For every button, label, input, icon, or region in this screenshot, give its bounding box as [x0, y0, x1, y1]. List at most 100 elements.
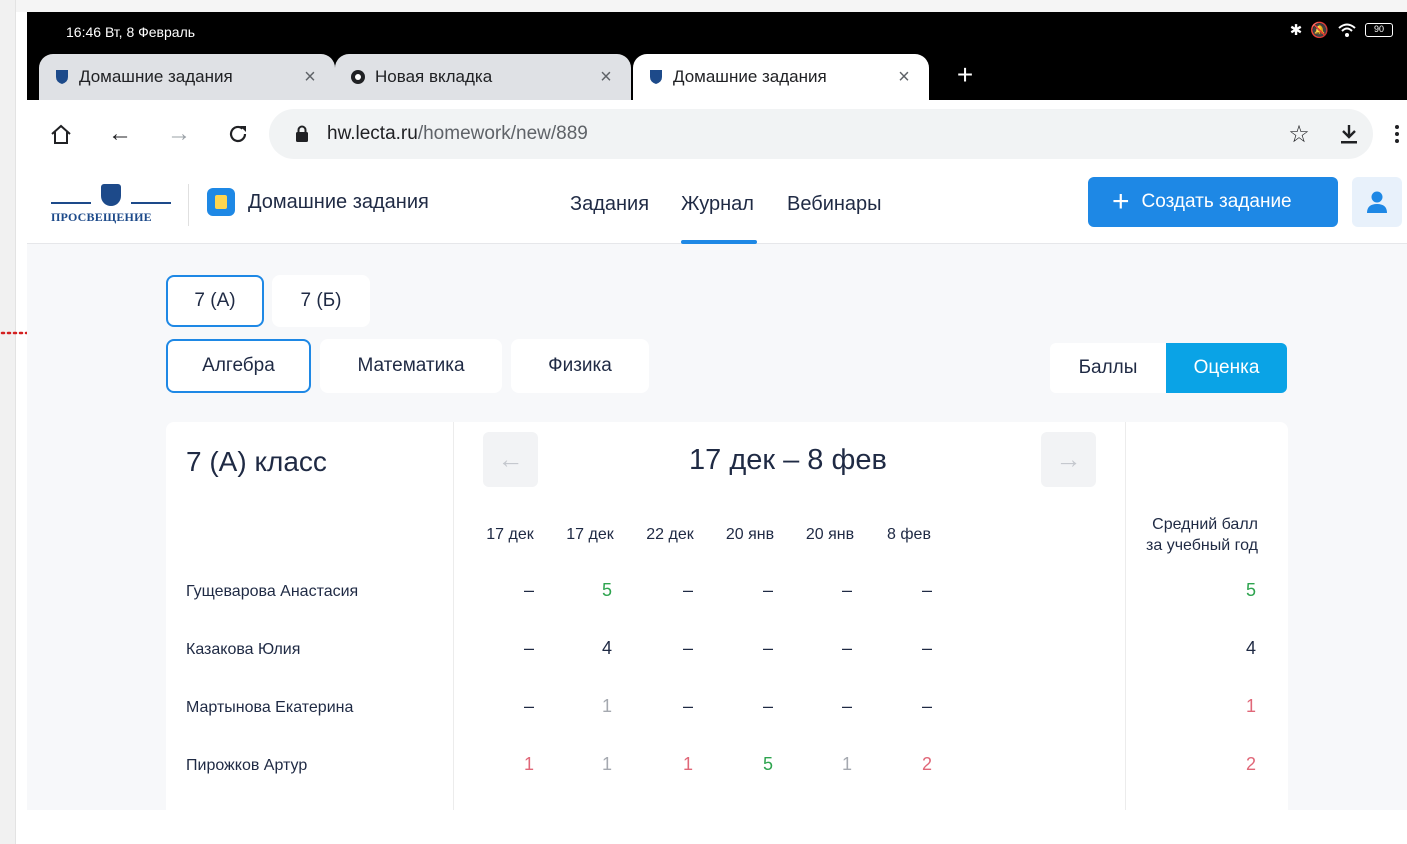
browser-tab-strip: Домашние задания × Новая вкладка × Домаш…	[27, 50, 1407, 100]
nav-journal[interactable]: Журнал	[681, 193, 754, 216]
grade-cell[interactable]: 2	[907, 754, 947, 775]
new-tab-plus-icon[interactable]: +	[949, 58, 981, 94]
homework-app-icon	[207, 188, 235, 216]
average-grade: 2	[1245, 754, 1256, 774]
create-task-label: Создать задание	[1141, 191, 1292, 212]
nav-tasks[interactable]: Задания	[570, 193, 649, 216]
view-toggle: Баллы Оценка	[1050, 343, 1287, 393]
toggle-grade[interactable]: Оценка	[1166, 343, 1287, 393]
journal-table: 7 (А) класс ← 17 дек – 8 фев → 17 дек 17…	[166, 422, 1288, 810]
user-profile-button[interactable]	[1352, 177, 1402, 227]
site-header: ПРОСВЕЩЕНИЕ Домашние задания Задания Жур…	[27, 166, 1407, 244]
reload-icon[interactable]	[222, 118, 254, 150]
prosveshchenie-logo[interactable]: ПРОСВЕЩЕНИЕ	[51, 178, 175, 228]
forward-arrow-icon[interactable]: →	[163, 118, 195, 150]
grade-cell[interactable]: –	[827, 696, 867, 717]
journal-class-title: 7 (А) класс	[186, 446, 327, 477]
date-range-title: 17 дек – 8 фев	[689, 444, 887, 476]
lock-icon	[296, 125, 308, 142]
grade-cell[interactable]: –	[509, 638, 549, 659]
grade-cell[interactable]: 1	[668, 754, 708, 775]
left-margin	[0, 0, 16, 844]
grade-cell[interactable]: –	[907, 580, 947, 601]
close-tab-icon[interactable]: ×	[893, 66, 915, 89]
bottom-margin	[16, 810, 1407, 844]
browser-tab-active[interactable]: Домашние задания ×	[633, 54, 929, 100]
average-grade: 4	[1245, 638, 1256, 658]
prev-period-button[interactable]: ←	[483, 432, 538, 487]
grade-cell[interactable]: –	[668, 580, 708, 601]
grade-cell[interactable]: 1	[587, 696, 627, 717]
shield-favicon-icon	[647, 68, 665, 86]
status-icons: ✱ 🔕 90	[1290, 21, 1393, 39]
bookmark-star-icon[interactable]: ☆	[1283, 118, 1315, 150]
toggle-points[interactable]: Баллы	[1050, 343, 1166, 393]
tab-title: Домашние задания	[673, 67, 827, 86]
subject-tab-mathematics[interactable]: Математика	[320, 339, 502, 393]
status-time: 16:46 Вт, 8 Февраль	[66, 24, 196, 40]
top-margin	[16, 0, 1407, 12]
create-task-button[interactable]: + Создать задание	[1088, 177, 1338, 227]
date-header: 20 янв	[805, 526, 855, 543]
grade-cell[interactable]: –	[668, 638, 708, 659]
student-name[interactable]: Пирожков Артур	[186, 757, 307, 775]
plus-icon: +	[1112, 185, 1130, 218]
grade-cell[interactable]: 1	[827, 754, 867, 775]
close-tab-icon[interactable]: ×	[299, 66, 321, 89]
student-name[interactable]: Казакова Юлия	[186, 641, 300, 659]
home-icon[interactable]	[45, 118, 77, 150]
more-menu-icon[interactable]	[1381, 118, 1407, 150]
grade-cell[interactable]: 5	[748, 754, 788, 775]
bluetooth-icon: ✱	[1289, 22, 1303, 39]
mute-icon: 🔕	[1310, 22, 1329, 39]
class-tab-7b[interactable]: 7 (Б)	[272, 275, 370, 327]
browser-toolbar: ← → hw.lecta.ru/homework/new/889 ☆	[27, 100, 1407, 166]
subject-tab-algebra[interactable]: Алгебра	[166, 339, 311, 393]
download-icon[interactable]	[1333, 118, 1365, 150]
grade-cell[interactable]: –	[907, 696, 947, 717]
student-name[interactable]: Мартынова Екатерина	[186, 699, 353, 717]
header-divider	[188, 184, 189, 226]
tab-title: Домашние задания	[79, 67, 233, 86]
browser-tab[interactable]: Домашние задания ×	[39, 54, 335, 100]
chrome-favicon-icon	[349, 68, 367, 86]
grade-cell[interactable]: 4	[587, 638, 627, 659]
screenshot-frame: 16:46 Вт, 8 Февраль ✱ 🔕 90 Домашние зада…	[0, 0, 1407, 844]
grade-cell[interactable]: –	[827, 638, 867, 659]
address-bar[interactable]: hw.lecta.ru/homework/new/889	[269, 109, 1373, 159]
date-header: 22 дек	[646, 526, 694, 543]
grade-cell[interactable]: 1	[509, 754, 549, 775]
average-grade: 5	[1245, 580, 1256, 600]
grade-cell[interactable]: –	[509, 696, 549, 717]
class-tab-7a[interactable]: 7 (А)	[166, 275, 264, 327]
student-name[interactable]: Гущеварова Анастасия	[186, 583, 358, 601]
subject-tab-physics[interactable]: Физика	[511, 339, 649, 393]
wifi-icon	[1338, 23, 1356, 37]
grade-cell[interactable]: 5	[587, 580, 627, 601]
grade-cell[interactable]: –	[748, 638, 788, 659]
close-tab-icon[interactable]: ×	[595, 66, 617, 89]
next-period-button[interactable]: →	[1041, 432, 1096, 487]
grade-cell[interactable]: 1	[587, 754, 627, 775]
date-header: 17 дек	[486, 526, 534, 543]
app-title[interactable]: Домашние задания	[248, 191, 429, 214]
average-grade: 1	[1245, 696, 1256, 716]
grade-cell[interactable]: –	[748, 696, 788, 717]
date-header: 17 дек	[566, 526, 614, 543]
grade-cell[interactable]: –	[827, 580, 867, 601]
user-icon	[1367, 191, 1387, 213]
grade-cell[interactable]: –	[668, 696, 708, 717]
url-path: /homework/new/889	[417, 123, 588, 144]
grade-cell[interactable]: –	[907, 638, 947, 659]
grade-cell[interactable]: –	[748, 580, 788, 601]
browser-tab[interactable]: Новая вкладка ×	[335, 54, 631, 100]
status-bar: 16:46 Вт, 8 Февраль ✱ 🔕 90	[27, 12, 1407, 50]
active-nav-indicator	[681, 240, 757, 244]
grade-cell[interactable]: –	[509, 580, 549, 601]
tab-title: Новая вкладка	[375, 67, 493, 86]
url-host: hw.lecta.ru	[327, 123, 418, 144]
nav-webinars[interactable]: Вебинары	[787, 193, 882, 216]
tablet-screen: 16:46 Вт, 8 Февраль ✱ 🔕 90 Домашние зада…	[27, 12, 1407, 810]
back-arrow-icon[interactable]: ←	[104, 118, 136, 150]
date-header: 20 янв	[725, 526, 775, 543]
